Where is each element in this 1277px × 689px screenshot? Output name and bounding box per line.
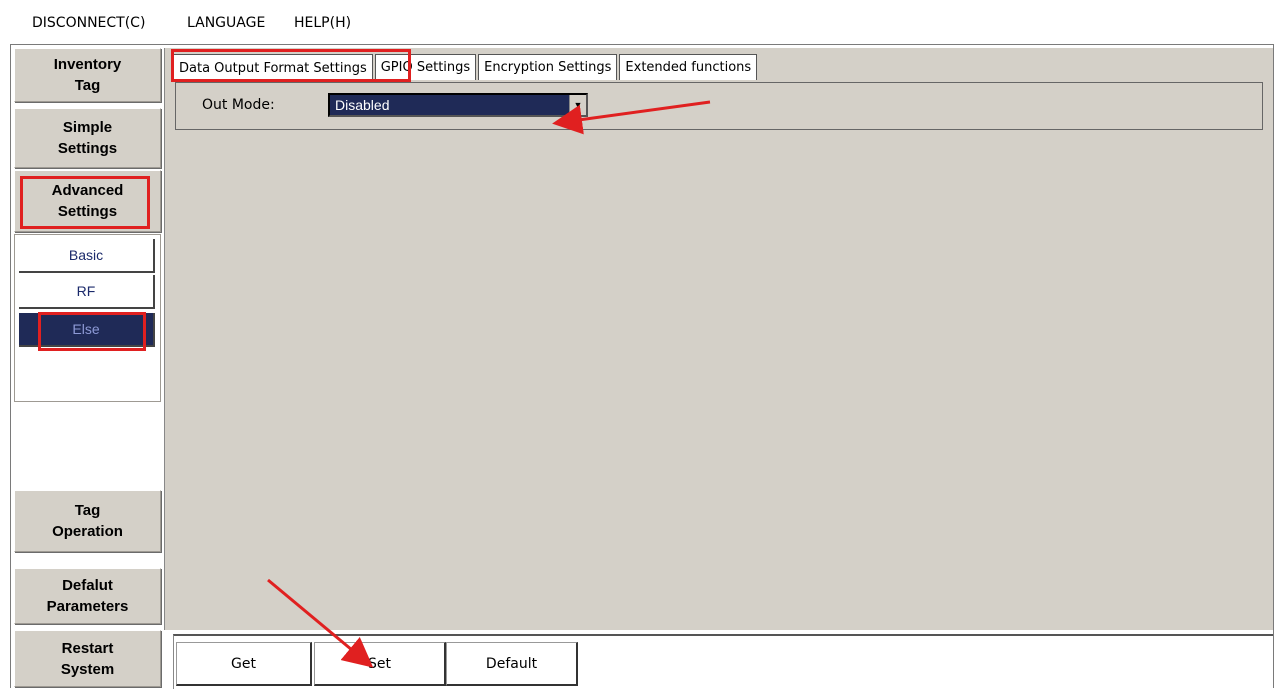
sidebar-restart-label: Restart System — [60, 639, 115, 678]
menu-disconnect[interactable]: DISCONNECT(C) — [32, 15, 145, 31]
tab-gpio-settings[interactable]: GPIO Settings — [374, 54, 477, 80]
menu-language[interactable]: LANGUAGE — [187, 15, 265, 31]
chevron-down-icon[interactable]: ▼ — [569, 95, 586, 115]
out-mode-value: Disabled — [335, 97, 390, 113]
sidebar-default-params-label: Defalut Parameters — [46, 577, 129, 615]
sidebar-inventory-tag-button[interactable]: Inventory Tag — [14, 48, 161, 102]
sidebar-restart-system-button[interactable]: Restart System — [14, 630, 161, 687]
sidebar-advanced-settings-button[interactable]: Advanced Settings — [14, 170, 161, 232]
tab-content: Out Mode: Disabled ▼ — [175, 82, 1263, 130]
tab-data-output-format[interactable]: Data Output Format Settings — [173, 54, 373, 82]
submenu-basic[interactable]: Basic — [19, 239, 155, 273]
main-panel: Data Output Format Settings GPIO Setting… — [164, 48, 1273, 630]
sidebar-simple-label: Simple Settings — [57, 119, 118, 157]
action-bar: Get Set Default — [173, 634, 1273, 689]
out-mode-label: Out Mode: — [202, 97, 275, 113]
tab-encryption-settings[interactable]: Encryption Settings — [478, 54, 618, 80]
tab-extended-functions[interactable]: Extended functions — [619, 54, 758, 80]
set-button[interactable]: Set — [314, 642, 446, 686]
submenu-else[interactable]: Else — [19, 313, 155, 347]
get-button[interactable]: Get — [176, 642, 312, 686]
submenu-rf[interactable]: RF — [19, 275, 155, 309]
tab-strip: Data Output Format Settings GPIO Setting… — [173, 54, 759, 82]
menu-bar: DISCONNECT(C) LANGUAGE HELP(H) — [0, 0, 1277, 42]
menu-help[interactable]: HELP(H) — [294, 15, 351, 31]
sidebar-default-parameters-button[interactable]: Defalut Parameters — [14, 568, 161, 624]
sidebar-tag-operation-button[interactable]: Tag Operation — [14, 490, 161, 552]
default-button[interactable]: Default — [446, 642, 578, 686]
sidebar-inventory-label: Inventory Tag — [53, 56, 122, 94]
sidebar-tag-operation-label: Tag Operation — [52, 502, 123, 540]
sidebar-simple-settings-button[interactable]: Simple Settings — [14, 108, 161, 168]
sidebar-advanced-label: Advanced Settings — [51, 182, 124, 220]
advanced-submenu: Basic RF Else — [14, 234, 161, 402]
sidebar: Inventory Tag Simple Settings Advanced S… — [14, 48, 161, 687]
out-mode-select[interactable]: Disabled ▼ — [328, 93, 588, 117]
